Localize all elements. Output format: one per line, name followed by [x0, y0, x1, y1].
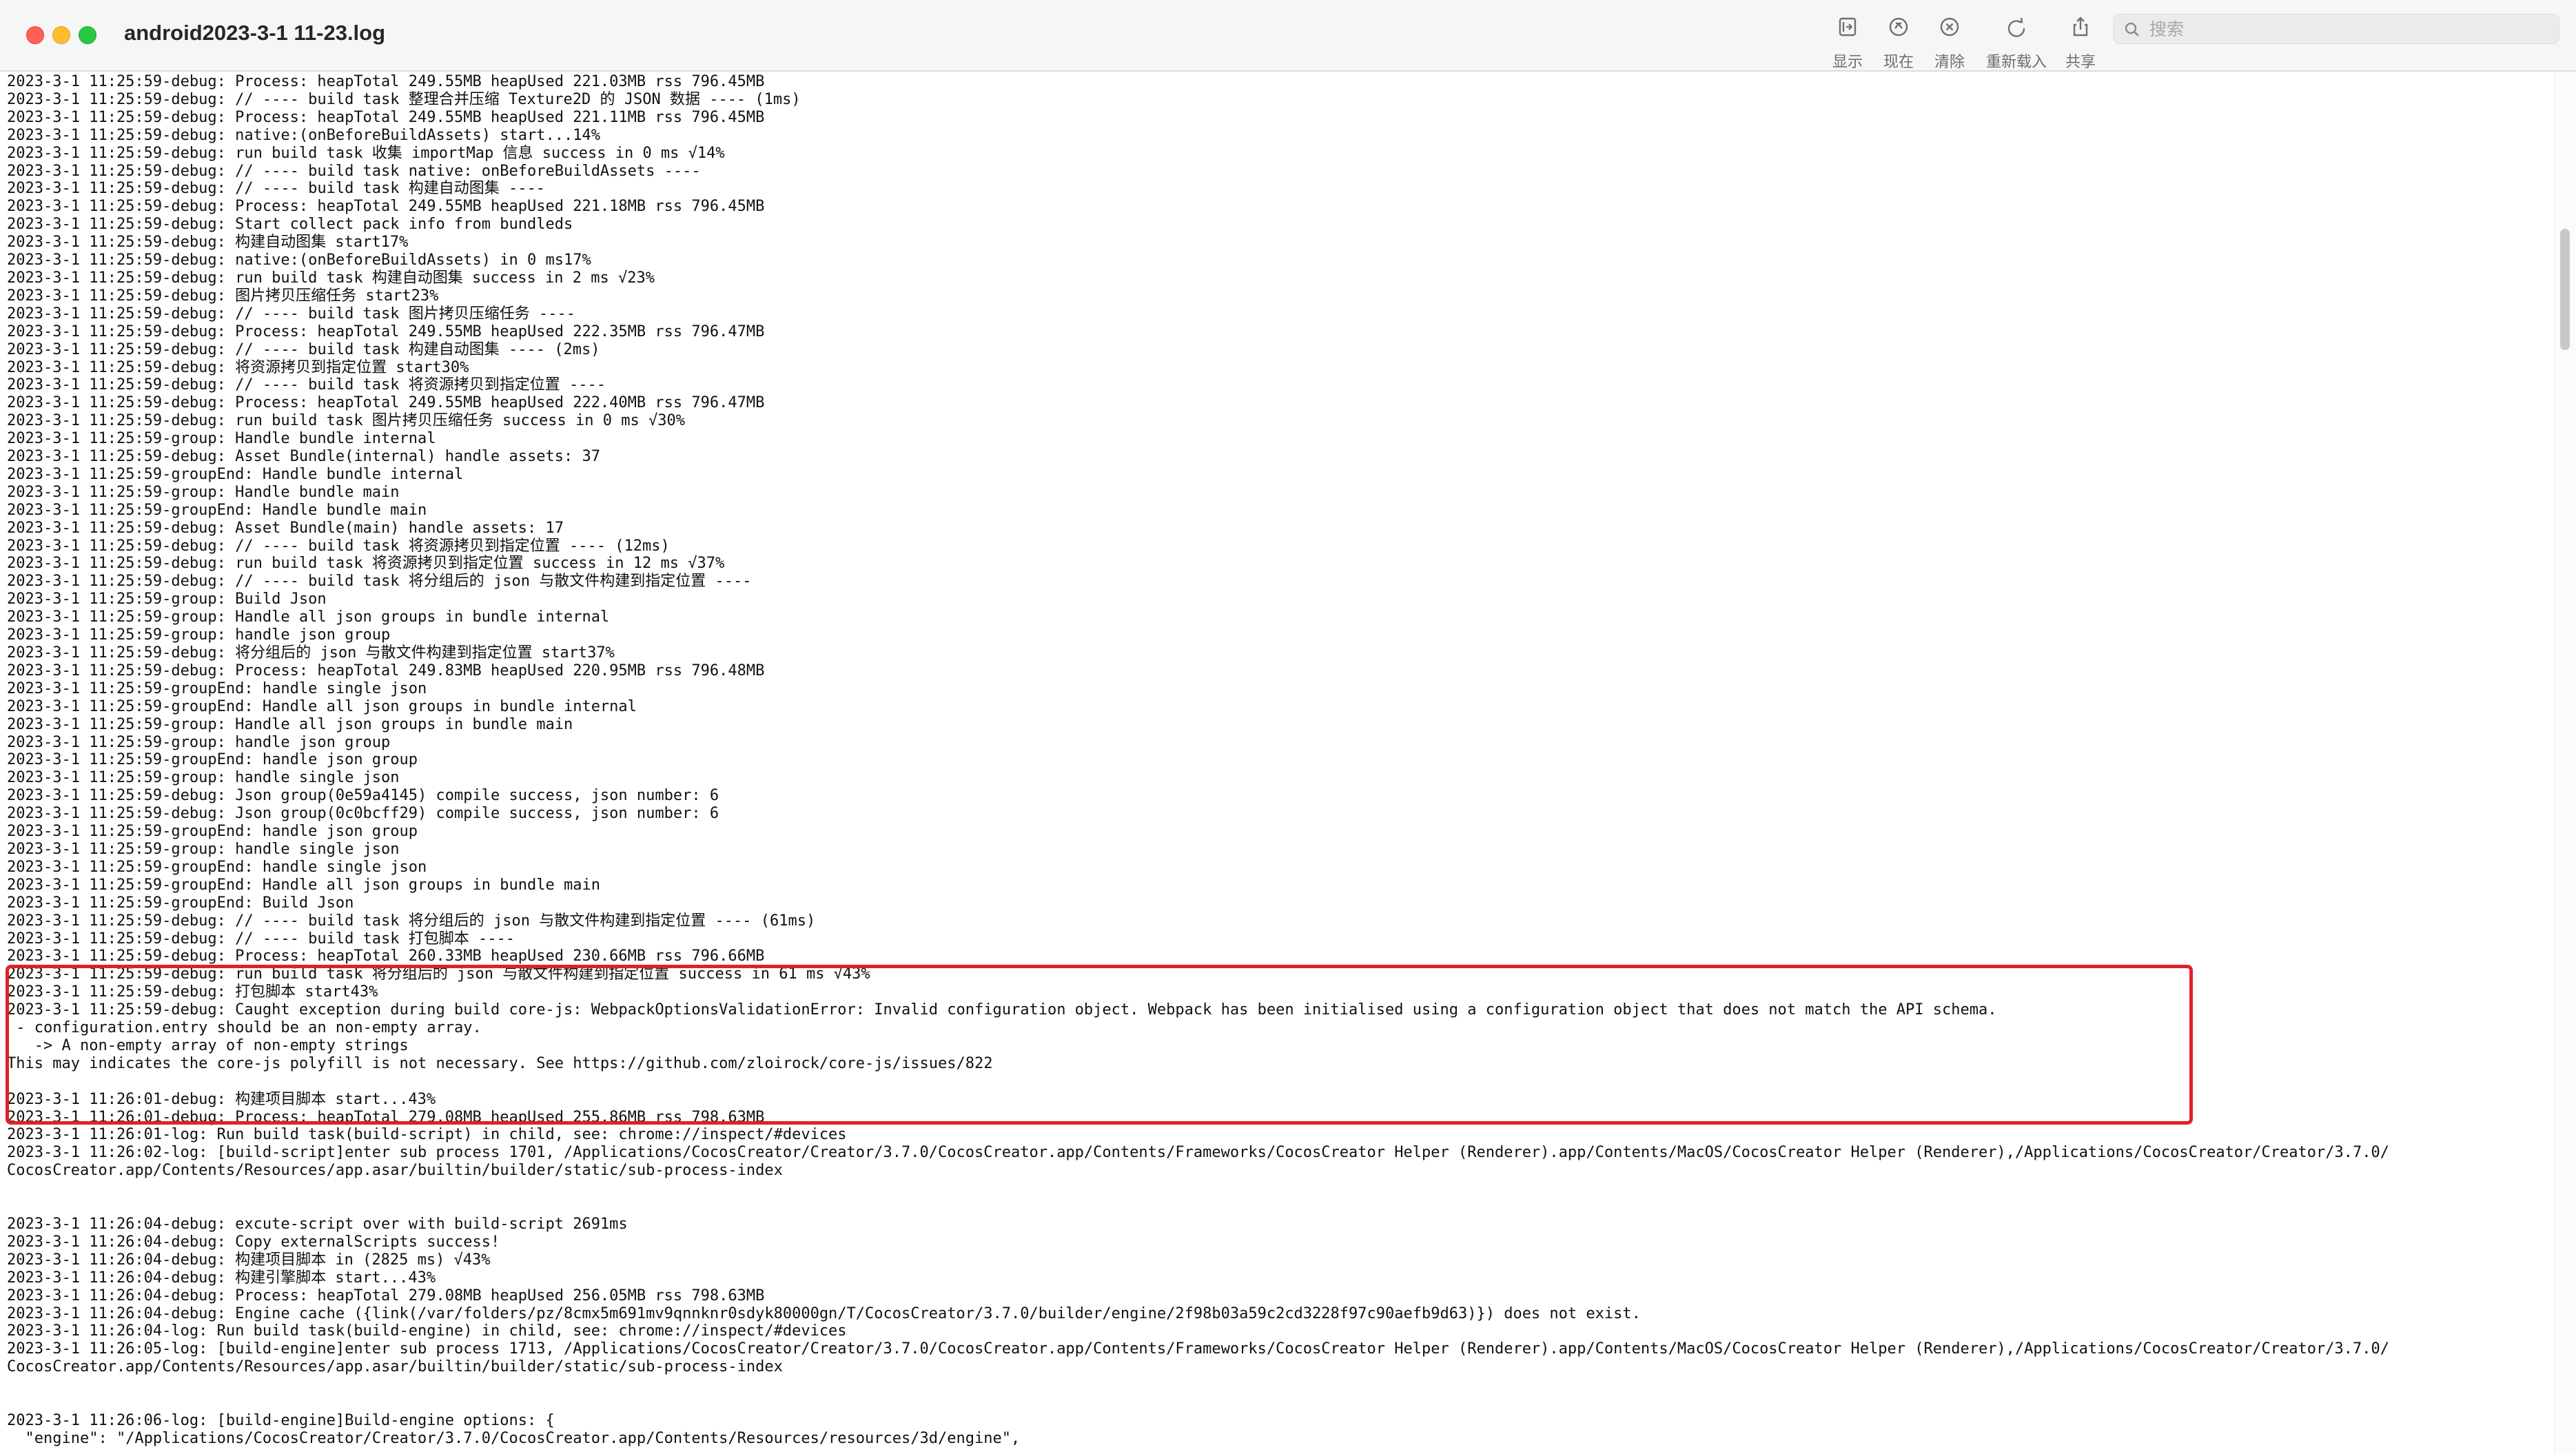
log-line: 2023-3-1 11:25:59-debug: // ---- build t… [7, 162, 701, 180]
log-line: 2023-3-1 11:25:59-debug: run build task … [7, 144, 725, 162]
log-line: 2023-3-1 11:25:59-group: handle json gro… [7, 733, 391, 751]
log-line: 2023-3-1 11:25:59-group: Handle all json… [7, 715, 573, 733]
log-line: 2023-3-1 11:25:59-groupEnd: Handle bundl… [7, 465, 464, 483]
log-line: 2023-3-1 11:26:06-log: [build-engine]Bui… [7, 1411, 555, 1429]
window-close-button[interactable] [26, 26, 44, 44]
log-line: 2023-3-1 11:25:59-debug: // ---- build t… [7, 912, 816, 930]
log-line: 2023-3-1 11:25:59-debug: run build task … [7, 412, 685, 430]
log-line: 2023-3-1 11:26:01-debug: Process: heapTo… [7, 1108, 765, 1126]
reload-icon [1982, 15, 2051, 40]
log-line: 2023-3-1 11:25:59-groupEnd: handle singl… [7, 858, 427, 876]
log-line: 2023-3-1 11:25:59-debug: 打包脚本 start43% [7, 983, 378, 1001]
log-line: 2023-3-1 11:25:59-debug: 将分组后的 json 与散文件… [7, 644, 615, 662]
log-line: 2023-3-1 11:26:01-log: Run build task(bu… [7, 1126, 847, 1144]
log-line: This may indicates the core-js polyfill … [7, 1054, 993, 1072]
reload-button[interactable]: 重新载入 [1982, 15, 2051, 72]
log-line: 2023-3-1 11:25:59-debug: Process: heapTo… [7, 662, 765, 679]
log-line: 2023-3-1 11:25:59-groupEnd: Handle all j… [7, 876, 600, 894]
log-line: 2023-3-1 11:25:59-debug: // ---- build t… [7, 573, 752, 591]
reload-label: 重新载入 [1985, 53, 2047, 70]
window-title: android2023-3-1 11-23.log [124, 21, 386, 45]
log-line: CocosCreator.app/Contents/Resources/app.… [7, 1162, 783, 1180]
log-line: 2023-3-1 11:25:59-debug: Process: heapTo… [7, 948, 765, 965]
log-line: 2023-3-1 11:26:02-log: [build-script]ent… [7, 1144, 2389, 1162]
log-line: 2023-3-1 11:25:59-debug: Process: heapTo… [7, 73, 765, 90]
window-minimize-button[interactable] [52, 26, 70, 44]
log-line: 2023-3-1 11:25:59-debug: // ---- build t… [7, 90, 801, 108]
log-line: 2023-3-1 11:25:59-groupEnd: handle json … [7, 823, 418, 841]
log-line: 2023-3-1 11:25:59-debug: Asset Bundle(ma… [7, 519, 564, 537]
log-line: 2023-3-1 11:25:59-groupEnd: Handle all j… [7, 697, 637, 715]
clear-button[interactable]: 清除 [1919, 15, 1981, 72]
search-icon [2125, 22, 2139, 37]
log-line: 2023-3-1 11:25:59-debug: Caught exceptio… [7, 1001, 1997, 1019]
log-line: 2023-3-1 11:26:04-debug: 构建引擎脚本 start...… [7, 1269, 436, 1287]
vertical-scrollbar[interactable] [2554, 72, 2576, 1454]
log-line: 2023-3-1 11:25:59-debug: Json group(0c0b… [7, 805, 719, 823]
log-line: 2023-3-1 11:25:59-debug: // ---- build t… [7, 180, 546, 198]
title-bar: android2023-3-1 11-23.log 显示 现在 清除 重新载入 … [0, 0, 2576, 72]
log-line: 2023-3-1 11:25:59-debug: Start collect p… [7, 216, 573, 234]
log-line: 2023-3-1 11:25:59-groupEnd: handle json … [7, 751, 418, 769]
log-line: 2023-3-1 11:25:59-debug: Process: heapTo… [7, 394, 765, 412]
share-button[interactable]: 共享 [2049, 15, 2112, 72]
log-line: 2023-3-1 11:25:59-debug: Asset Bundle(in… [7, 448, 600, 466]
log-text: 2023-3-1 11:25:59-debug: Process: heapTo… [7, 73, 2550, 1448]
log-line: - configuration.entry should be an non-e… [16, 1019, 482, 1037]
log-line: 2023-3-1 11:25:59-debug: // ---- build t… [7, 376, 606, 394]
log-line: 2023-3-1 11:25:59-debug: Process: heapTo… [7, 198, 765, 216]
log-line: "engine": "/Applications/CocosCreator/Cr… [25, 1429, 1021, 1447]
log-line: 2023-3-1 11:25:59-debug: Json group(0e59… [7, 787, 719, 805]
log-line: 2023-3-1 11:25:59-groupEnd: Build Json [7, 894, 354, 912]
log-line: 2023-3-1 11:25:59-groupEnd: handle singl… [7, 679, 427, 697]
x-circle-icon [1919, 15, 1981, 40]
log-line: 2023-3-1 11:26:04-debug: Copy externalSc… [7, 1233, 500, 1251]
log-line: 2023-3-1 11:25:59-debug: // ---- build t… [7, 305, 576, 322]
search-field[interactable] [2113, 14, 2559, 44]
log-line: 2023-3-1 11:26:01-debug: 构建项目脚本 start...… [7, 1090, 436, 1108]
log-line: 2023-3-1 11:25:59-debug: // ---- build t… [7, 340, 600, 358]
window-zoom-button[interactable] [79, 26, 96, 44]
log-line: 2023-3-1 11:25:59-debug: native:(onBefor… [7, 126, 600, 144]
clear-label: 清除 [1934, 53, 1965, 70]
log-line: 2023-3-1 11:25:59-debug: run build task … [7, 269, 655, 287]
log-line: 2023-3-1 11:25:59-debug: Process: heapTo… [7, 108, 765, 126]
log-view[interactable]: 2023-3-1 11:25:59-debug: Process: heapTo… [7, 73, 2550, 1454]
log-line: 2023-3-1 11:25:59-groupEnd: Handle bundl… [7, 501, 427, 519]
log-line: 2023-3-1 11:25:59-group: handle single j… [7, 840, 400, 858]
share-icon [2049, 15, 2112, 40]
log-line: 2023-3-1 11:26:05-log: [build-engine]ent… [7, 1340, 2389, 1358]
log-line: 2023-3-1 11:26:04-debug: Process: heapTo… [7, 1287, 765, 1304]
log-line: 2023-3-1 11:25:59-debug: 图片拷贝压缩任务 start2… [7, 287, 439, 305]
log-line: 2023-3-1 11:25:59-debug: native:(onBefor… [7, 252, 591, 269]
scrollbar-thumb[interactable] [2560, 229, 2570, 350]
log-line: 2023-3-1 11:25:59-debug: 构建自动图集 start17% [7, 234, 409, 252]
log-line: 2023-3-1 11:25:59-group: Build Json [7, 591, 327, 608]
log-line: 2023-3-1 11:25:59-debug: // ---- build t… [7, 930, 515, 948]
log-line: 2023-3-1 11:26:04-debug: 构建项目脚本 in (2825… [7, 1251, 491, 1269]
log-line: CocosCreator.app/Contents/Resources/app.… [7, 1358, 783, 1376]
log-line: 2023-3-1 11:25:59-debug: 将资源拷贝到指定位置 star… [7, 358, 469, 376]
share-label: 共享 [2065, 53, 2096, 70]
log-line: 2023-3-1 11:26:04-debug: excute-script o… [7, 1216, 628, 1233]
search-input[interactable] [2148, 17, 2537, 42]
log-line: 2023-3-1 11:25:59-group: Handle all json… [7, 608, 610, 626]
log-line: 2023-3-1 11:25:59-group: handle single j… [7, 769, 400, 787]
log-line: 2023-3-1 11:26:04-debug: Engine cache ({… [7, 1304, 1641, 1322]
log-line: 2023-3-1 11:25:59-debug: // ---- build t… [7, 537, 670, 555]
log-line: 2023-3-1 11:25:59-group: Handle bundle i… [7, 430, 436, 448]
log-line: 2023-3-1 11:25:59-debug: run build task … [7, 555, 725, 573]
log-line: 2023-3-1 11:25:59-debug: Process: heapTo… [7, 322, 765, 340]
log-line: 2023-3-1 11:26:04-log: Run build task(bu… [7, 1322, 847, 1340]
log-line: 2023-3-1 11:25:59-group: Handle bundle m… [7, 483, 400, 501]
log-line: -> A non-empty array of non-empty string… [34, 1036, 409, 1054]
log-line: 2023-3-1 11:25:59-group: handle json gro… [7, 626, 391, 644]
log-line: 2023-3-1 11:25:59-debug: run build task … [7, 965, 870, 983]
